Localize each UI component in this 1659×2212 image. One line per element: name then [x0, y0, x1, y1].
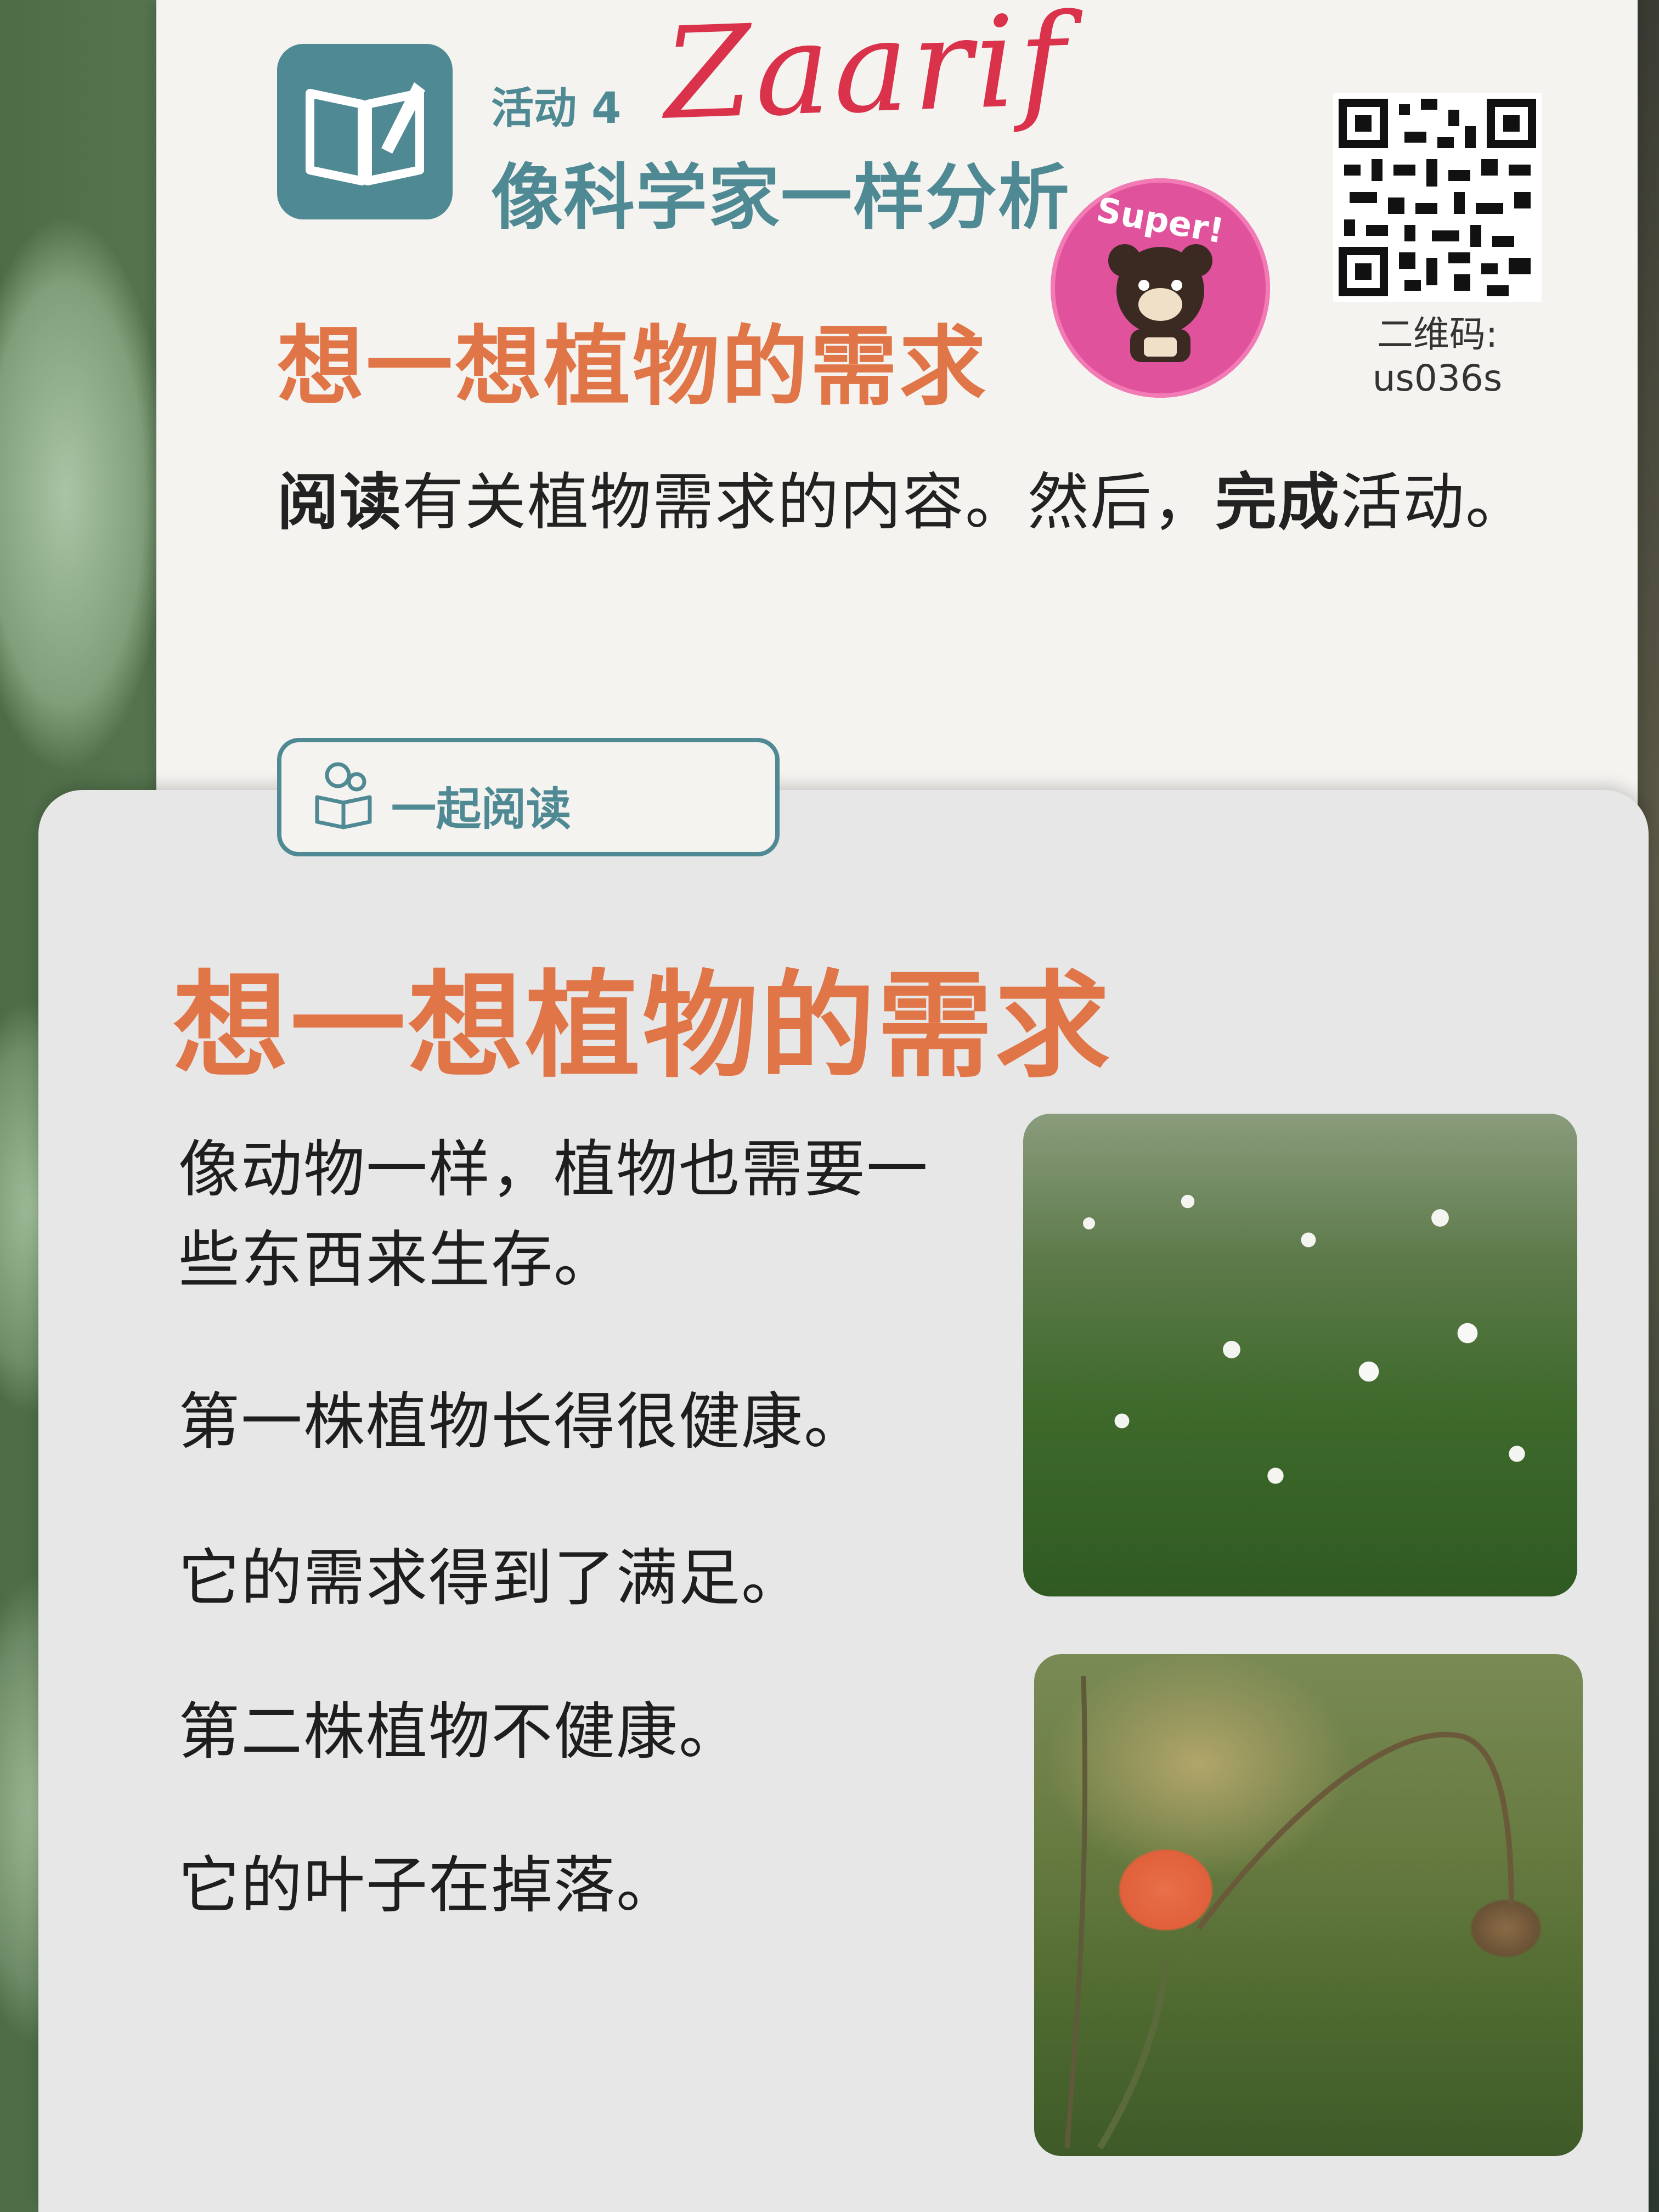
super-sticker: Super!	[1051, 178, 1270, 398]
wilting-plant-photo	[1034, 1654, 1583, 2156]
qr-label-title: 二维码:	[1376, 313, 1498, 356]
paragraph-second-plant: 第二株植物不健康。	[178, 1696, 741, 1768]
paragraph-line: 些东西来生存。	[178, 1224, 616, 1296]
reading-title: 想一想植物的需求	[173, 959, 1113, 1093]
paragraph-leaves-falling: 它的叶子在掉落。	[178, 1850, 679, 1921]
qr-label-code: us036s	[1372, 357, 1503, 399]
instruction-text: 阅读有关植物需求的内容。然后，完成活动。	[277, 453, 1528, 541]
open-book-icon	[277, 44, 453, 219]
activity-number: 活动 4	[491, 84, 622, 133]
paragraph-line: 像动物一样，植物也需要一	[178, 1134, 929, 1205]
paragraph-needs-met: 它的需求得到了满足。	[178, 1543, 804, 1614]
instruction-part-1: 有关植物需求的内容。然后，	[402, 467, 1215, 538]
qr-code-icon[interactable]	[1333, 93, 1542, 302]
section-title: 想一想植物的需求	[277, 317, 988, 417]
instruction-verb-read: 阅读	[277, 467, 402, 538]
qr-code-label: 二维码: us036s	[1328, 313, 1547, 400]
student-name-handwritten: Zaarif	[661, 0, 1072, 148]
paragraph-first-plant: 第一株植物长得很健康。	[178, 1386, 866, 1458]
activity-title: 像科学家一样分析	[491, 156, 1071, 239]
instruction-part-2: 活动。	[1340, 467, 1528, 538]
read-together-tab: 一起阅读	[277, 738, 780, 856]
reading-child-icon	[315, 762, 372, 830]
paragraph-animals-need: 像动物一样，植物也需要一 些东西来生存。	[178, 1125, 929, 1306]
healthy-plants-photo	[1023, 1114, 1577, 1596]
bear-sticker-icon	[1108, 244, 1212, 362]
read-together-label: 一起阅读	[391, 783, 572, 836]
instruction-verb-complete: 完成	[1215, 467, 1340, 538]
